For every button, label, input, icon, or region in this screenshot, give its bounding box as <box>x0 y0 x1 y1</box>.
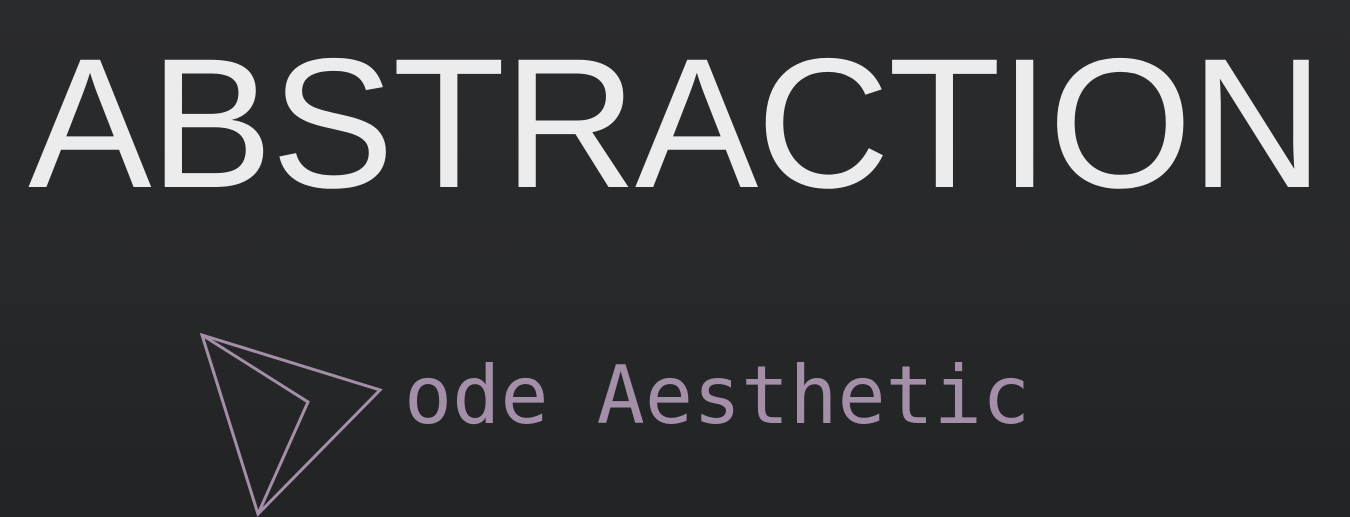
title-card: ABSTRACTION ode Aesthetic <box>0 0 1350 517</box>
paper-plane-triangle-icon <box>190 320 400 517</box>
headline-title: ABSTRACTION <box>28 21 1324 227</box>
brand-wordmark: ode Aesthetic <box>404 349 1031 442</box>
